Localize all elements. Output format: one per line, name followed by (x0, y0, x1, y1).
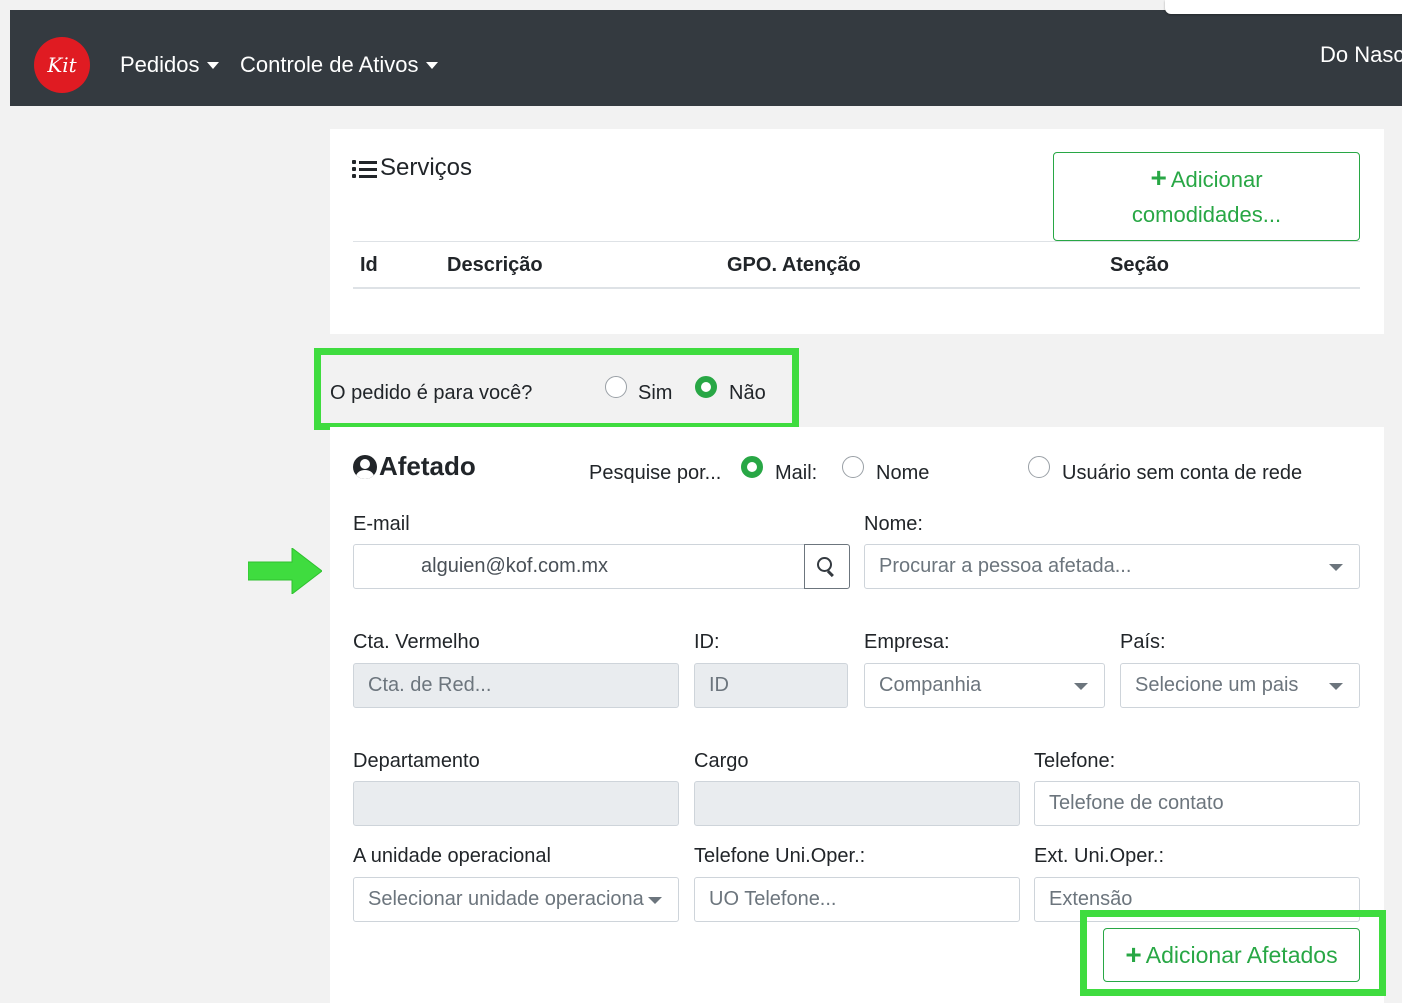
departamento-label: Departamento (353, 750, 480, 772)
radio-search-sem-conta-label[interactable]: Usuário sem conta de rede (1062, 462, 1302, 485)
empresa-placeholder: Companhia (879, 674, 982, 696)
id-input[interactable]: ID (694, 663, 848, 708)
afetado-title: Afetado (353, 451, 476, 482)
services-title: Serviços (352, 154, 472, 182)
pais-select[interactable]: Selecione um pais (1120, 663, 1360, 708)
nav-controle-ativos-label: Controle de Ativos (240, 52, 419, 77)
services-title-text: Serviços (380, 154, 473, 181)
tel-uo-label: Telefone Uni.Oper.: (694, 845, 866, 867)
cta-input[interactable]: Cta. de Red... (353, 663, 679, 708)
telefone-placeholder: Telefone de contato (1049, 792, 1224, 814)
radio-search-mail[interactable] (741, 456, 763, 478)
name-search-select[interactable]: Procurar a pessoa afetada... (864, 544, 1360, 589)
name-search-placeholder: Procurar a pessoa afetada... (879, 555, 1132, 577)
ext-label: Ext. Uni.Oper.: (1034, 845, 1165, 867)
telefone-input[interactable]: Telefone de contato (1034, 781, 1360, 826)
plus-icon: + (1125, 939, 1142, 970)
name-label: Nome: (864, 513, 923, 535)
id-label: ID: (694, 631, 720, 653)
add-comodidades-button[interactable]: + Adicionar comodidades... (1053, 152, 1360, 241)
nav-controle-ativos-dropdown[interactable]: Controle de Ativos (240, 52, 438, 78)
tel-uo-placeholder: UO Telefone... (709, 888, 837, 910)
tel-uo-input[interactable]: UO Telefone... (694, 877, 1020, 922)
column-header-id[interactable]: Id (360, 254, 378, 277)
list-icon (352, 158, 378, 178)
ext-placeholder: Extensão (1049, 888, 1133, 910)
empresa-select[interactable]: Companhia (864, 663, 1105, 708)
email-input[interactable]: alguien@kof.com.mx (353, 544, 805, 589)
user-circle-icon (353, 454, 377, 479)
afetado-title-text: Afetado (379, 451, 476, 481)
pais-placeholder: Selecione um pais (1135, 674, 1299, 696)
radio-search-sem-conta[interactable] (1028, 456, 1050, 478)
unidade-select[interactable]: Selecionar unidade operaciona (353, 877, 679, 922)
services-table-header: Id Descrição GPO. Atenção Seção (353, 241, 1360, 289)
cargo-input[interactable] (694, 781, 1020, 826)
empresa-label: Empresa: (864, 631, 950, 653)
cta-label: Cta. Vermelho (353, 631, 480, 653)
plus-icon: + (1150, 161, 1167, 193)
add-comodidades-label-1: Adicionar (1170, 166, 1263, 192)
email-search-button[interactable] (804, 544, 850, 589)
pais-label: País: (1120, 631, 1166, 653)
radio-search-nome-label[interactable]: Nome (876, 462, 929, 485)
email-label: E-mail (353, 513, 410, 535)
column-header-descricao[interactable]: Descrição (447, 254, 543, 277)
caret-down-icon (1074, 683, 1088, 690)
nav-pedidos-dropdown[interactable]: Pedidos (120, 52, 219, 78)
brand-logo-text: Kit (47, 53, 77, 77)
arrow-right-icon (248, 548, 322, 594)
caret-down-icon (425, 61, 438, 69)
search-by-label: Pesquise por... (589, 462, 722, 484)
telefone-label: Telefone: (1034, 750, 1116, 772)
add-afetados-label: Adicionar Afetados (1145, 941, 1338, 968)
radio-search-mail-label[interactable]: Mail: (775, 462, 817, 485)
popup-edge (1165, 0, 1402, 14)
caret-down-icon (1329, 564, 1343, 571)
caret-down-icon (648, 897, 662, 904)
nav-pedidos-label: Pedidos (120, 52, 200, 77)
highlight-box-pedido (314, 348, 799, 430)
unidade-label: A unidade operacional (353, 845, 551, 867)
id-placeholder: ID (709, 674, 729, 696)
brand-logo[interactable]: Kit (34, 37, 90, 93)
cargo-label: Cargo (694, 750, 749, 772)
caret-down-icon (206, 61, 219, 69)
user-menu[interactable]: Do Nasc (1320, 42, 1402, 68)
column-header-gpo-atencao[interactable]: GPO. Atenção (727, 254, 861, 277)
top-navbar: Kit Pedidos Controle de Ativos Do Nasc (10, 10, 1402, 106)
cta-placeholder: Cta. de Red... (368, 674, 492, 696)
search-icon (817, 556, 837, 577)
unidade-placeholder: Selecionar unidade operaciona (368, 888, 644, 910)
add-afetados-button[interactable]: + Adicionar Afetados (1103, 928, 1360, 982)
column-header-secao[interactable]: Seção (1110, 254, 1169, 277)
add-comodidades-label-2: comodidades... (1131, 201, 1282, 227)
email-input-value: alguien@kof.com.mx (421, 555, 609, 577)
departamento-input[interactable] (353, 781, 679, 826)
caret-down-icon (1329, 683, 1343, 690)
radio-search-nome[interactable] (842, 456, 864, 478)
